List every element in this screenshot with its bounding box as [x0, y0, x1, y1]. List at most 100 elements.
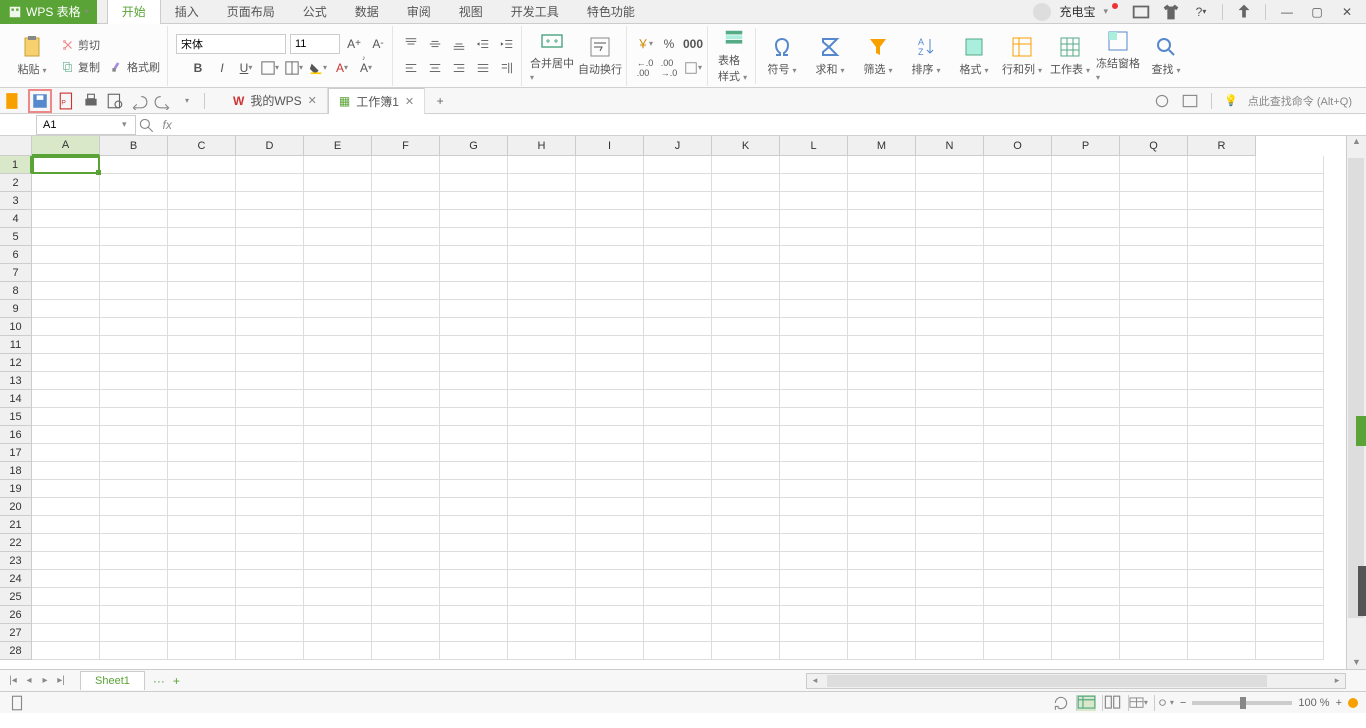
- cell[interactable]: [848, 462, 916, 480]
- cell[interactable]: [1120, 462, 1188, 480]
- cell[interactable]: [1120, 372, 1188, 390]
- cell[interactable]: [440, 228, 508, 246]
- row-header[interactable]: 18: [0, 462, 32, 480]
- cell[interactable]: [508, 624, 576, 642]
- cell[interactable]: [1052, 264, 1120, 282]
- row-header[interactable]: 11: [0, 336, 32, 354]
- cell[interactable]: [168, 552, 236, 570]
- menu-tab-7[interactable]: 开发工具: [497, 0, 573, 24]
- cell[interactable]: [1052, 246, 1120, 264]
- border-button[interactable]: ▾: [260, 58, 280, 78]
- cell[interactable]: [168, 210, 236, 228]
- view-reading-button[interactable]: ▾: [1154, 695, 1174, 711]
- close-tab-icon[interactable]: ✕: [308, 94, 317, 107]
- number-format-button[interactable]: ▾: [683, 58, 703, 78]
- cell[interactable]: [304, 390, 372, 408]
- cell[interactable]: [304, 264, 372, 282]
- cell[interactable]: [372, 228, 440, 246]
- menu-tab-0[interactable]: 开始: [107, 0, 161, 24]
- cell[interactable]: [440, 354, 508, 372]
- cell[interactable]: [304, 228, 372, 246]
- cell[interactable]: [576, 246, 644, 264]
- cell[interactable]: [1188, 264, 1256, 282]
- cell[interactable]: [100, 498, 168, 516]
- cell[interactable]: [916, 156, 984, 174]
- cell[interactable]: [848, 192, 916, 210]
- cell[interactable]: [304, 336, 372, 354]
- cell[interactable]: [440, 192, 508, 210]
- cell[interactable]: [1120, 624, 1188, 642]
- cell[interactable]: [1256, 516, 1324, 534]
- cell[interactable]: [916, 624, 984, 642]
- bold-button[interactable]: B: [188, 58, 208, 78]
- row-header[interactable]: 4: [0, 210, 32, 228]
- cell[interactable]: [100, 444, 168, 462]
- format-button[interactable]: 格式 ▾: [952, 28, 996, 84]
- cell[interactable]: [32, 498, 100, 516]
- cell[interactable]: [1120, 246, 1188, 264]
- cell[interactable]: [100, 642, 168, 660]
- cell[interactable]: [984, 606, 1052, 624]
- cell[interactable]: [508, 354, 576, 372]
- row-header[interactable]: 17: [0, 444, 32, 462]
- cell[interactable]: [848, 570, 916, 588]
- cell[interactable]: [848, 426, 916, 444]
- cell[interactable]: [440, 516, 508, 534]
- cell[interactable]: [712, 624, 780, 642]
- cell[interactable]: [168, 642, 236, 660]
- cell[interactable]: [712, 480, 780, 498]
- cell[interactable]: [100, 156, 168, 174]
- cell[interactable]: [1256, 444, 1324, 462]
- fx-search-icon[interactable]: [137, 116, 155, 134]
- zoom-label[interactable]: 100 %: [1298, 697, 1329, 709]
- cell[interactable]: [1256, 426, 1324, 444]
- add-doc-tab-button[interactable]: +: [431, 92, 449, 110]
- cell[interactable]: [848, 390, 916, 408]
- qat-cloud-icon[interactable]: [1181, 92, 1199, 110]
- cell[interactable]: [1188, 552, 1256, 570]
- cell[interactable]: [984, 336, 1052, 354]
- cell[interactable]: [100, 210, 168, 228]
- cell[interactable]: [916, 516, 984, 534]
- cell[interactable]: [576, 480, 644, 498]
- cell[interactable]: [1052, 462, 1120, 480]
- col-header[interactable]: O: [984, 136, 1052, 156]
- cell[interactable]: [1052, 642, 1120, 660]
- cell[interactable]: [100, 408, 168, 426]
- cell[interactable]: [1188, 390, 1256, 408]
- cell[interactable]: [848, 534, 916, 552]
- col-header[interactable]: Q: [1120, 136, 1188, 156]
- row-header[interactable]: 23: [0, 552, 32, 570]
- cell[interactable]: [644, 174, 712, 192]
- cell[interactable]: [1120, 480, 1188, 498]
- cell[interactable]: [1120, 192, 1188, 210]
- cell[interactable]: [1052, 390, 1120, 408]
- cell[interactable]: [100, 588, 168, 606]
- row-header[interactable]: 13: [0, 372, 32, 390]
- comma-button[interactable]: 000: [683, 34, 703, 54]
- cell[interactable]: [712, 426, 780, 444]
- cell[interactable]: [168, 282, 236, 300]
- cell[interactable]: [916, 480, 984, 498]
- app-menu-dropdown-icon[interactable]: ▾: [85, 7, 89, 16]
- cell[interactable]: [1256, 156, 1324, 174]
- row-header[interactable]: 19: [0, 480, 32, 498]
- cell[interactable]: [916, 408, 984, 426]
- cell[interactable]: [168, 588, 236, 606]
- cell[interactable]: [304, 354, 372, 372]
- cell[interactable]: [304, 516, 372, 534]
- cell[interactable]: [1256, 264, 1324, 282]
- cell[interactable]: [372, 462, 440, 480]
- cell[interactable]: [372, 570, 440, 588]
- view-layout-button[interactable]: ▾: [1128, 695, 1148, 711]
- cell[interactable]: [916, 300, 984, 318]
- cell[interactable]: [1188, 642, 1256, 660]
- decrease-font-button[interactable]: A-: [368, 34, 388, 54]
- qat-more-button[interactable]: ▾: [178, 92, 196, 110]
- cell[interactable]: [440, 498, 508, 516]
- cell[interactable]: [644, 516, 712, 534]
- merge-cells-icon-button[interactable]: ▾: [284, 58, 304, 78]
- cell[interactable]: [848, 318, 916, 336]
- cell[interactable]: [1120, 498, 1188, 516]
- cell[interactable]: [984, 534, 1052, 552]
